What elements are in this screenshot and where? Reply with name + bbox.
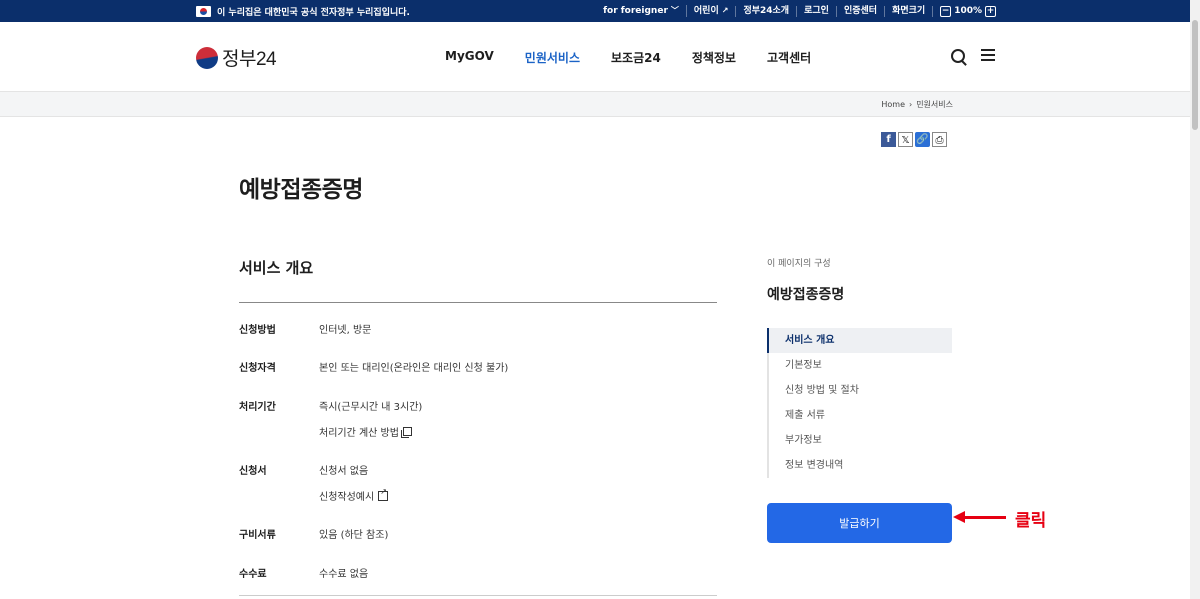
scrollbar-thumb[interactable] — [1192, 20, 1198, 130]
method-label: 신청방법 — [239, 325, 276, 336]
search-icon[interactable] — [951, 49, 965, 63]
annotation-click-label: 클릭 — [1015, 511, 1047, 531]
share-tools: f 𝕏 🔗 ⎙ — [881, 132, 947, 147]
breadcrumb: Home › 민원서비스 — [881, 99, 953, 110]
eligibility-value: 본인 또는 대리인(온라인은 대리인 신청 불가) — [319, 363, 509, 374]
period-calc-label: 처리기간 계산 방법 — [319, 428, 399, 439]
fee-value: 수수료 없음 — [319, 569, 369, 580]
docs-value: 있음 (하단 참조) — [319, 530, 389, 541]
zoom-label: 화면크기 — [884, 5, 932, 17]
copy-link-icon[interactable]: 🔗 — [915, 132, 930, 147]
facebook-share-icon[interactable]: f — [881, 132, 896, 147]
nav-subsidy24[interactable]: 보조금24 — [611, 49, 661, 66]
section-divider — [239, 302, 717, 303]
chevron-right-icon: › — [908, 100, 913, 109]
page-title: 예방접종증명 — [239, 177, 363, 203]
page-toc: 서비스 개요 기본정보 신청 방법 및 절차 제출 서류 부가정보 정보 변경내… — [767, 328, 952, 478]
docs-label: 구비서류 — [239, 530, 276, 541]
form-example-link[interactable]: 신청작성예시 — [319, 487, 389, 503]
toc-item-documents[interactable]: 제출 서류 — [767, 403, 952, 428]
about-link[interactable]: 정부24소개 — [735, 5, 796, 17]
toc-item-overview[interactable]: 서비스 개요 — [767, 328, 952, 353]
period-value: 즉시(근무시간 내 3시간) — [319, 402, 423, 413]
logo-text: 정부24 — [222, 49, 277, 70]
nav-policy-info[interactable]: 정책정보 — [692, 49, 736, 66]
breadcrumb-bar: Home › 민원서비스 — [0, 92, 1190, 117]
print-icon[interactable]: ⎙ — [932, 132, 947, 147]
cert-center-link[interactable]: 인증센터 — [835, 5, 884, 17]
eligibility-label: 신청자격 — [239, 363, 276, 374]
issue-button[interactable]: 발급하기 — [767, 503, 952, 543]
main-nav: MyGOV 민원서비스 보조금24 정책정보 고객센터 — [445, 49, 842, 66]
zoom-in-button[interactable]: + — [985, 5, 996, 17]
method-value: 인터넷, 방문 — [319, 325, 372, 336]
section-divider-bottom — [239, 595, 717, 596]
kids-link[interactable]: 어린이 ↗ — [685, 5, 736, 17]
kids-label: 어린이 — [693, 6, 719, 16]
for-foreigner-link[interactable]: for foreigner ﹀ — [596, 5, 686, 17]
period-label: 처리기간 — [239, 402, 276, 413]
annotation-arrow — [964, 516, 1006, 519]
taegeuk-logo-icon — [196, 46, 218, 69]
page-scrollbar[interactable] — [1190, 0, 1200, 599]
utility-menu: for foreigner ﹀ 어린이 ↗ 정부24소개 로그인 인증센터 화면크기… — [596, 5, 996, 17]
side-caption: 이 페이지의 구성 — [767, 259, 831, 269]
period-calc-link[interactable]: 처리기간 계산 방법 — [319, 424, 412, 439]
zoom-control: − 100% + — [932, 5, 996, 17]
gov-notice: 이 누리집은 대한민국 공식 전자정부 누리집입니다. — [196, 5, 410, 18]
for-foreigner-label: for foreigner — [603, 6, 668, 16]
chevron-down-icon: ﹀ — [670, 6, 679, 15]
site-logo[interactable]: 정부24 — [196, 44, 277, 71]
external-link-icon: ↗ — [721, 6, 729, 15]
toc-item-procedure[interactable]: 신청 방법 및 절차 — [767, 378, 952, 403]
x-share-icon[interactable]: 𝕏 — [898, 132, 913, 147]
toc-item-basic-info[interactable]: 기본정보 — [767, 353, 952, 378]
nav-customer-center[interactable]: 고객센터 — [767, 49, 811, 66]
form-example-label: 신청작성예시 — [319, 492, 375, 503]
breadcrumb-current[interactable]: 민원서비스 — [916, 99, 953, 110]
login-link[interactable]: 로그인 — [796, 5, 836, 17]
zoom-out-button[interactable]: − — [940, 5, 952, 17]
toc-item-change-history[interactable]: 정보 변경내역 — [767, 453, 952, 478]
gov-notice-bar: 이 누리집은 대한민국 공식 전자정부 누리집입니다. for foreigne… — [0, 0, 1190, 22]
header-actions — [951, 49, 995, 63]
side-title: 예방접종증명 — [767, 287, 845, 303]
form-value: 신청서 없음 — [319, 466, 369, 477]
section-title: 서비스 개요 — [239, 259, 314, 277]
hamburger-menu-icon[interactable] — [981, 49, 995, 61]
fee-label: 수수료 — [239, 569, 267, 580]
toc-item-additional-info[interactable]: 부가정보 — [767, 428, 952, 453]
nav-mygov[interactable]: MyGOV — [445, 49, 494, 66]
gov-notice-text: 이 누리집은 대한민국 공식 전자정부 누리집입니다. — [217, 8, 410, 18]
korea-flag-icon — [196, 6, 211, 17]
external-link-icon — [378, 487, 389, 501]
zoom-value: 100% — [954, 5, 982, 16]
nav-civil-service[interactable]: 민원서비스 — [525, 49, 580, 66]
breadcrumb-home[interactable]: Home — [881, 100, 905, 109]
form-label: 신청서 — [239, 466, 267, 477]
site-header: 정부24 MyGOV 민원서비스 보조금24 정책정보 고객센터 — [0, 22, 1190, 92]
popup-icon — [400, 427, 412, 438]
